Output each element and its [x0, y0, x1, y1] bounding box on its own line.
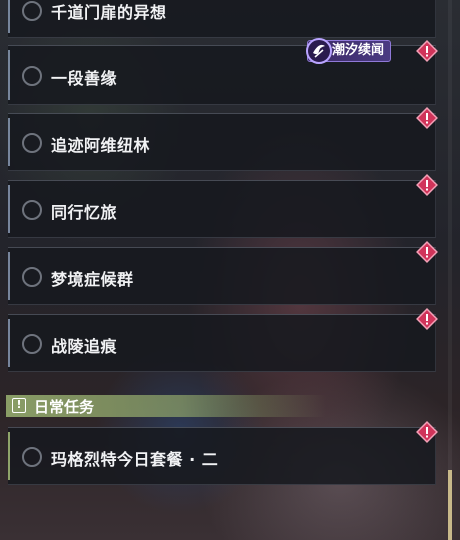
tide-story-label: 潮汐续闻	[332, 43, 385, 58]
quest-item[interactable]: 梦境症候群	[8, 247, 436, 305]
alert-icon	[416, 40, 438, 62]
quest-label: 追迹阿维纽林	[51, 136, 151, 155]
quest-label: 玛格烈特今日套餐 · 二	[51, 450, 219, 469]
quest-item[interactable]: 千道门扉的异想	[8, 0, 436, 38]
quest-label: 同行忆旅	[51, 203, 118, 222]
quest-label: 战陵追痕	[51, 337, 118, 356]
alert-icon	[416, 241, 438, 263]
exclamation-icon: !	[12, 398, 26, 413]
quest-label: 梦境症候群	[51, 270, 134, 289]
daily-quests-section-header: ! 日常任务	[6, 395, 326, 417]
quest-status-circle	[22, 133, 42, 153]
alert-icon	[416, 421, 438, 443]
quest-status-circle	[22, 334, 42, 354]
quest-status-circle	[22, 1, 42, 21]
daily-quest-item[interactable]: 玛格烈特今日套餐 · 二	[8, 427, 436, 485]
tide-story-tag: 潮汐续闻	[306, 38, 392, 64]
scrollbar-thumb[interactable]	[448, 470, 452, 540]
quest-label: 一段善缘	[51, 69, 118, 88]
alert-icon	[416, 308, 438, 330]
quest-item[interactable]: 追迹阿维纽林	[8, 113, 436, 171]
quest-status-circle	[22, 447, 42, 467]
quest-item[interactable]: 同行忆旅	[8, 180, 436, 238]
quest-status-circle	[22, 267, 42, 287]
quest-status-circle	[22, 200, 42, 220]
alert-icon	[416, 107, 438, 129]
quest-label: 千道门扉的异想	[51, 3, 167, 22]
quest-status-circle	[22, 66, 42, 86]
quest-item[interactable]: 战陵追痕	[8, 314, 436, 372]
tide-story-icon	[306, 38, 332, 64]
section-label: 日常任务	[34, 398, 95, 416]
scrollbar-track[interactable]	[448, 0, 452, 540]
alert-icon	[416, 174, 438, 196]
